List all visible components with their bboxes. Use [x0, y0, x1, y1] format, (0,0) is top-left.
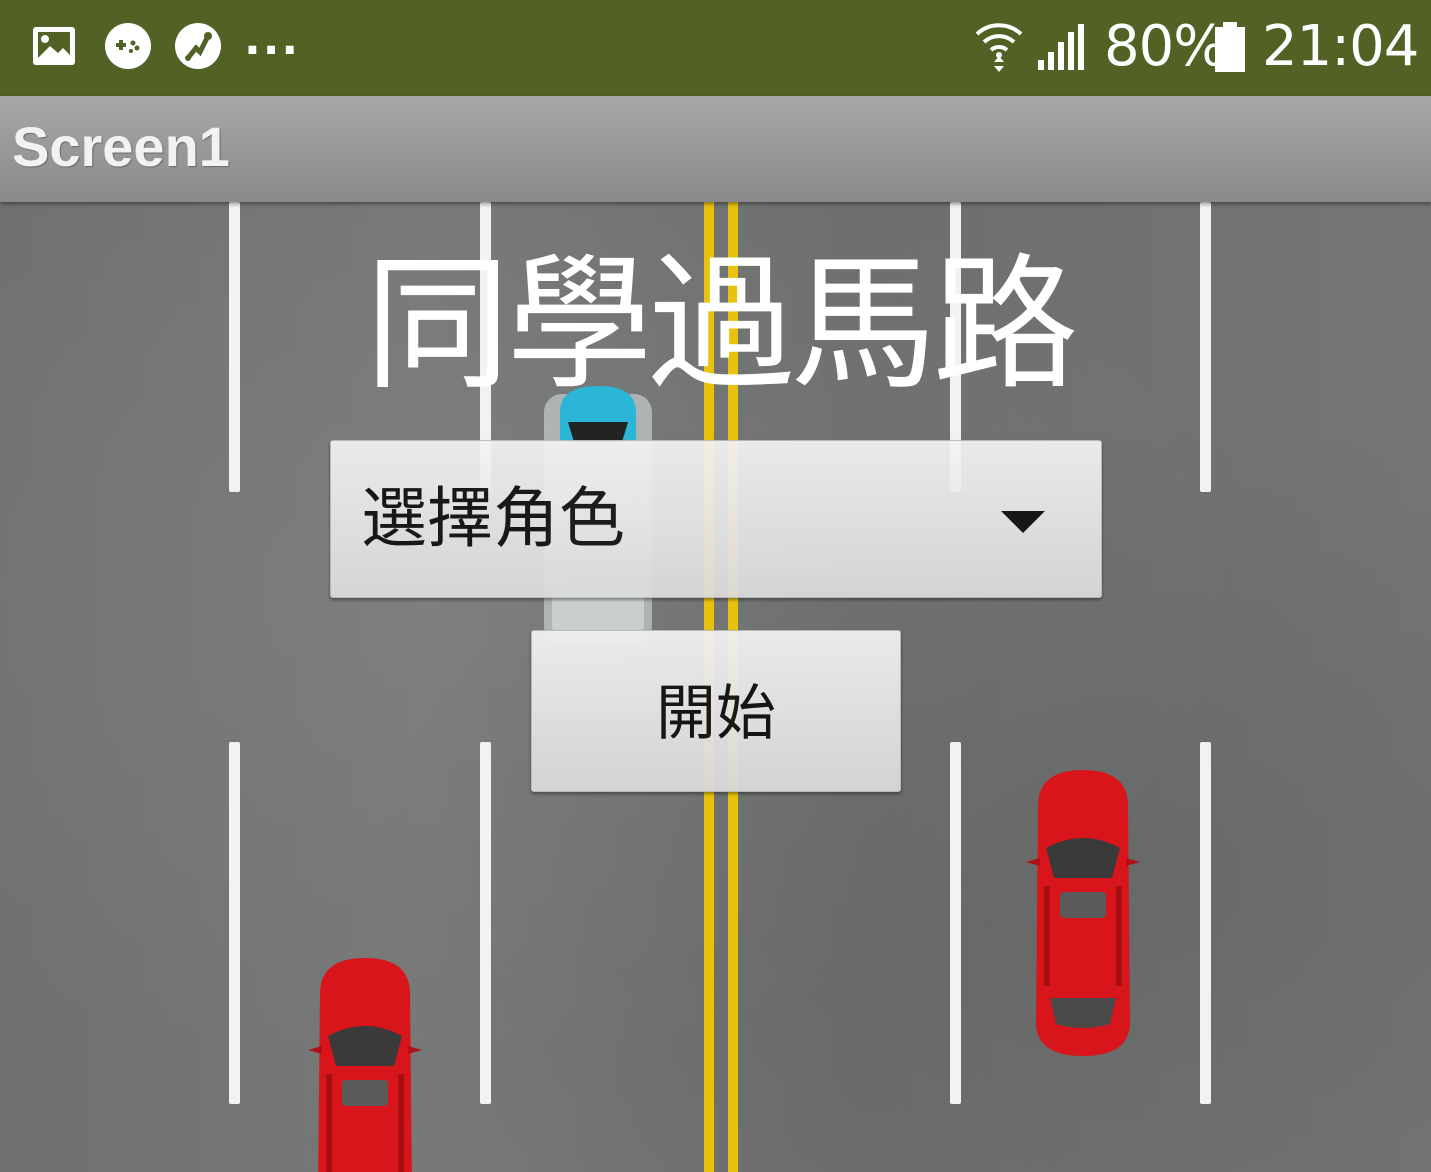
lane-line — [1200, 742, 1211, 1104]
screen-title: Screen1 — [12, 115, 230, 178]
signal-icon — [1038, 24, 1084, 70]
red-car — [1026, 770, 1140, 1056]
lane-line — [480, 742, 491, 1104]
character-select-dropdown[interactable]: 選擇角色 — [330, 440, 1102, 598]
game-title: 同學過馬路 — [364, 240, 1079, 410]
dropdown-selected-value: 選擇角色 — [361, 480, 625, 557]
battery-icon — [1215, 22, 1245, 72]
gallery-icon — [33, 27, 75, 65]
status-bar: ... 80% 21:04 — [0, 0, 1431, 96]
app-screen: ... 80% 21:04 Screen1 同學過馬路 選擇角色 開始 — [0, 0, 1431, 1172]
wifi-icon — [975, 23, 1023, 72]
app-icon — [175, 23, 221, 69]
lane-line — [950, 742, 961, 1104]
lane-line — [229, 742, 240, 1104]
notification-overflow: ... — [244, 14, 301, 65]
clock: 21:04 — [1262, 14, 1419, 79]
battery-percent: 80% — [1104, 14, 1226, 79]
dropdown-arrow-icon — [1001, 511, 1045, 533]
red-car — [308, 958, 422, 1172]
start-button[interactable]: 開始 — [531, 630, 901, 792]
start-button-label: 開始 — [656, 679, 776, 749]
title-bar: Screen1 — [0, 96, 1431, 202]
game-icon — [105, 23, 151, 69]
